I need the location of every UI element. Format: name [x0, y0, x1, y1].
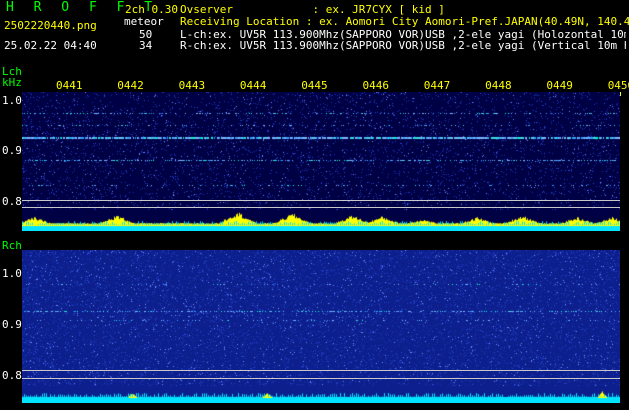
- lch-threshold-line-1: [22, 200, 620, 201]
- mode-label: meteor: [124, 15, 164, 28]
- lch-ytick-2: 0.9: [2, 144, 22, 157]
- rch-label: Rch: [2, 239, 22, 252]
- lch-ytick-1: 1.0: [2, 94, 22, 107]
- time-tick-label: 0441: [56, 79, 83, 92]
- lch-unit: kHz: [2, 76, 22, 89]
- time-tick-label: 0448: [485, 79, 512, 92]
- rch-ytick-2: 0.9: [2, 318, 22, 331]
- rch-ytick-3: 0.8: [2, 369, 22, 382]
- rch-threshold-line-2: [22, 378, 620, 379]
- lch-ytick-3: 0.8: [2, 195, 22, 208]
- lch-spectrogram-canvas: [22, 92, 620, 231]
- rch-ytick-1: 1.0: [2, 267, 22, 280]
- rch-spectrogram-canvas: [22, 250, 620, 403]
- time-tick-label: 0447: [423, 79, 451, 92]
- time-tick-label: 0443: [178, 79, 206, 92]
- time-tick-label: 0445: [301, 79, 328, 92]
- count-rch: 34: [139, 39, 153, 52]
- datetime-label: 25.02.22 04:40: [4, 39, 97, 52]
- rch-threshold-line-1: [22, 370, 620, 371]
- rch-spectrogram: [22, 250, 620, 403]
- filename-label: 2502220440.png: [4, 19, 97, 32]
- rch-info-line: R-ch:ex. UV5R 113.900Mhz(SAPPORO VOR)USB…: [180, 40, 626, 52]
- time-tick-label: 0446: [362, 79, 390, 92]
- time-tick-label: 0449: [546, 79, 573, 92]
- time-tick-label: 0442: [117, 79, 144, 92]
- location-line: Receiving Location : ex. Aomori City Aom…: [180, 15, 629, 28]
- time-tick-label: 0444: [239, 79, 267, 92]
- lch-threshold-line-2: [22, 207, 620, 208]
- lch-spectrogram: [22, 92, 620, 231]
- time-tick-label: 0450: [607, 79, 629, 92]
